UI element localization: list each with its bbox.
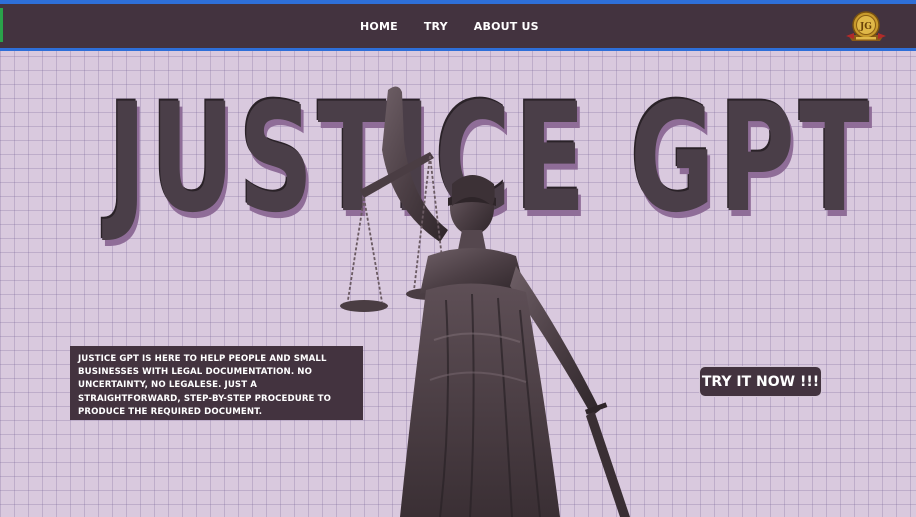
- gold-emblem-icon[interactable]: JG: [844, 9, 888, 45]
- try-it-now-button[interactable]: TRY IT NOW !!!: [699, 366, 822, 397]
- nav-links: HOME TRY ABOUT US: [360, 4, 539, 48]
- navbar: HOME TRY ABOUT US JG: [0, 4, 916, 51]
- nav-about-link[interactable]: ABOUT US: [474, 20, 539, 33]
- svg-text:JG: JG: [859, 22, 872, 32]
- left-accent-bar: [0, 8, 3, 42]
- description-text: JUSTICE GPT IS HERE TO HELP PEOPLE AND S…: [78, 354, 331, 417]
- nav-try-link[interactable]: TRY: [424, 20, 448, 33]
- lady-justice-statue-image: [340, 86, 630, 517]
- nav-home-link[interactable]: HOME: [360, 20, 398, 33]
- description-box: JUSTICE GPT IS HERE TO HELP PEOPLE AND S…: [70, 346, 363, 420]
- page: HOME TRY ABOUT US JG JUSTICE GPT JUSTICE…: [0, 0, 916, 517]
